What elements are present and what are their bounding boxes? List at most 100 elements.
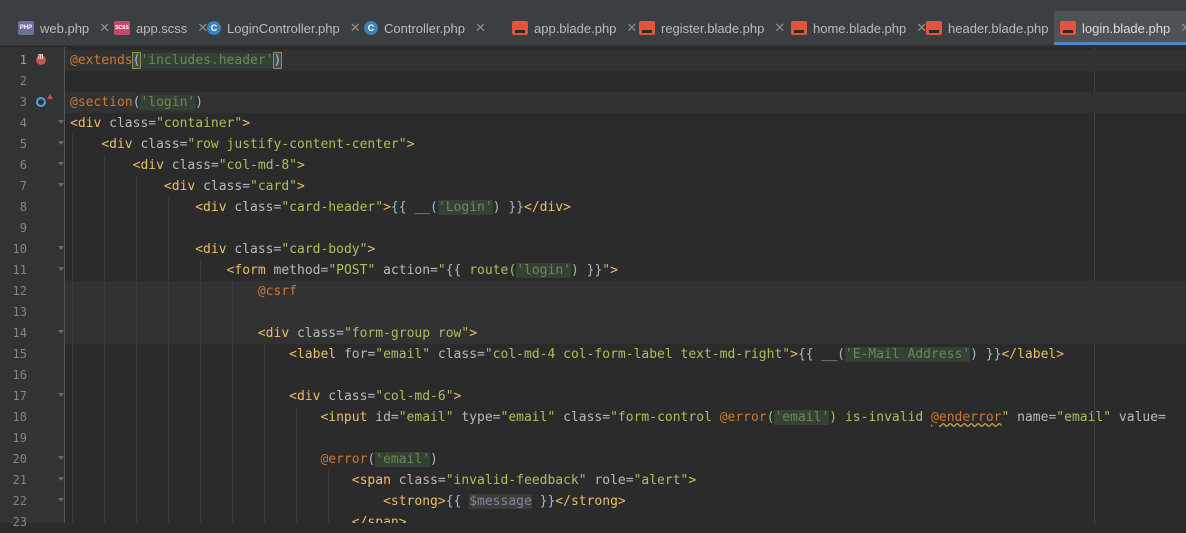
fold-toggle-icon[interactable]	[57, 497, 64, 505]
code-line[interactable]: </span>	[65, 512, 1186, 523]
fold-toggle-icon[interactable]	[57, 182, 64, 190]
tab-app-scss[interactable]: app.scss✕	[108, 11, 208, 45]
line-number: 12	[12, 284, 27, 298]
tab-app-blade-php[interactable]: app.blade.php ✕	[506, 11, 637, 45]
code-line[interactable]: @csrf	[65, 281, 1186, 302]
code-line[interactable]: <label for="email" class="col-md-4 col-f…	[65, 344, 1186, 365]
line-number: 3	[19, 95, 27, 109]
tab-label: header.blade.php	[948, 20, 1049, 36]
code-area[interactable]: @extends('includes.header') @section('log…	[65, 47, 1186, 523]
editor-tab-bar: web.php✕app.scss✕LoginController.php✕Con…	[0, 0, 1186, 46]
close-icon[interactable]: ✕	[475, 20, 486, 36]
code-line[interactable]: <div class="card-header">{{ __('Login') …	[65, 197, 1186, 218]
fold-toggle-icon[interactable]	[57, 245, 64, 253]
code-line[interactable]: <div class="form-group row">	[65, 323, 1186, 344]
gutter-line[interactable]: 4	[0, 113, 64, 134]
line-number-gutter[interactable]: 1234567891011121314151617181920212223	[0, 47, 65, 529]
gutter-line[interactable]: 5	[0, 134, 64, 155]
tab-controller-php[interactable]: Controller.php ✕	[358, 11, 506, 45]
code-line[interactable]: <span class="invalid-feedback" role="ale…	[65, 470, 1186, 491]
code-line[interactable]	[65, 302, 1186, 323]
code-line[interactable]: @error('email')	[65, 449, 1186, 470]
tab-web-php[interactable]: web.php✕	[12, 11, 110, 45]
tab-register-blade-php[interactable]: register.blade.php ✕	[633, 11, 785, 45]
tab-login-blade-php[interactable]: login.blade.php ✕	[1054, 11, 1186, 45]
line-number: 7	[19, 179, 27, 193]
gutter-line[interactable]: 17	[0, 386, 64, 407]
gutter-line[interactable]: 22	[0, 491, 64, 512]
line-number: 20	[12, 452, 27, 466]
gutter-line[interactable]: 13	[0, 302, 64, 323]
gutter-line[interactable]: 14	[0, 323, 64, 344]
indent-guide	[104, 155, 105, 523]
gutter-line[interactable]: 1	[0, 50, 64, 71]
gutter-line[interactable]: 6	[0, 155, 64, 176]
gutter-line[interactable]: 7	[0, 176, 64, 197]
fold-toggle-icon[interactable]	[57, 119, 64, 127]
blade-file-icon	[926, 21, 942, 35]
blade-file-icon	[791, 21, 807, 35]
tab-logincontroller-php[interactable]: LoginController.php✕	[201, 11, 361, 45]
blade-file-icon	[1060, 21, 1076, 35]
gutter-line[interactable]: 3	[0, 92, 64, 113]
close-icon[interactable]: ✕	[1180, 20, 1186, 36]
gutter-line[interactable]: 16	[0, 365, 64, 386]
code-line[interactable]	[65, 218, 1186, 239]
fold-toggle-icon[interactable]	[57, 476, 64, 484]
code-line[interactable]	[65, 71, 1186, 92]
code-line[interactable]: <div class="col-md-6">	[65, 386, 1186, 407]
line-number: 1	[19, 53, 27, 67]
tab-label: login.blade.php	[1082, 20, 1171, 36]
close-icon[interactable]: ✕	[774, 20, 785, 36]
fold-toggle-icon[interactable]	[57, 161, 64, 169]
tab-label: Controller.php	[384, 20, 465, 36]
code-line[interactable]: <div class="row justify-content-center">	[65, 134, 1186, 155]
method-marker-icon[interactable]	[36, 52, 46, 65]
tab-header-blade-php[interactable]: header.blade.php✕	[920, 11, 1069, 45]
blade-file-icon	[512, 21, 528, 35]
code-line[interactable]: <form method="POST" action="{{ route('lo…	[65, 260, 1186, 281]
line-number: 16	[12, 368, 27, 382]
code-line[interactable]: @section('login')	[65, 92, 1186, 113]
code-line[interactable]: <div class="container">	[65, 113, 1186, 134]
gutter-line[interactable]: 19	[0, 428, 64, 449]
code-line[interactable]	[65, 428, 1186, 449]
gutter-line[interactable]: 20	[0, 449, 64, 470]
line-number: 15	[12, 347, 27, 361]
tab-label: LoginController.php	[227, 20, 340, 36]
override-marker-icon[interactable]	[36, 94, 53, 107]
indent-guide	[168, 197, 169, 523]
tab-home-blade-php[interactable]: home.blade.php ✕	[785, 11, 927, 45]
fold-toggle-icon[interactable]	[57, 266, 64, 274]
gutter-line[interactable]: 2	[0, 71, 64, 92]
code-line[interactable]: <div class="col-md-8">	[65, 155, 1186, 176]
line-number: 22	[12, 494, 27, 508]
gutter-line[interactable]: 21	[0, 470, 64, 491]
line-number: 17	[12, 389, 27, 403]
fold-toggle-icon[interactable]	[57, 329, 64, 337]
code-line[interactable]: <strong>{{ $message }}</strong>	[65, 491, 1186, 512]
code-line[interactable]: <div class="card">	[65, 176, 1186, 197]
gutter-line[interactable]: 10	[0, 239, 64, 260]
indent-guide	[200, 260, 201, 523]
gutter-line[interactable]: 15	[0, 344, 64, 365]
gutter-line[interactable]: 11	[0, 260, 64, 281]
class-icon	[207, 21, 221, 35]
gutter-line[interactable]: 12	[0, 281, 64, 302]
gutter-line[interactable]: 18	[0, 407, 64, 428]
tab-label: web.php	[40, 20, 90, 36]
code-line[interactable]: <input id="email" type="email" class="fo…	[65, 407, 1186, 428]
line-number: 2	[19, 74, 27, 88]
code-line[interactable]	[65, 365, 1186, 386]
line-number: 8	[19, 200, 27, 214]
code-line[interactable]: <div class="card-body">	[65, 239, 1186, 260]
gutter-line[interactable]: 9	[0, 218, 64, 239]
tab-label: register.blade.php	[661, 20, 765, 36]
fold-toggle-icon[interactable]	[57, 392, 64, 400]
code-line[interactable]: @extends('includes.header')	[65, 50, 1186, 71]
gutter-line[interactable]: 8	[0, 197, 64, 218]
fold-toggle-icon[interactable]	[57, 140, 64, 148]
fold-toggle-icon[interactable]	[57, 455, 64, 463]
code-editor[interactable]: 1234567891011121314151617181920212223 @e…	[0, 47, 1186, 529]
line-number: 18	[12, 410, 27, 424]
